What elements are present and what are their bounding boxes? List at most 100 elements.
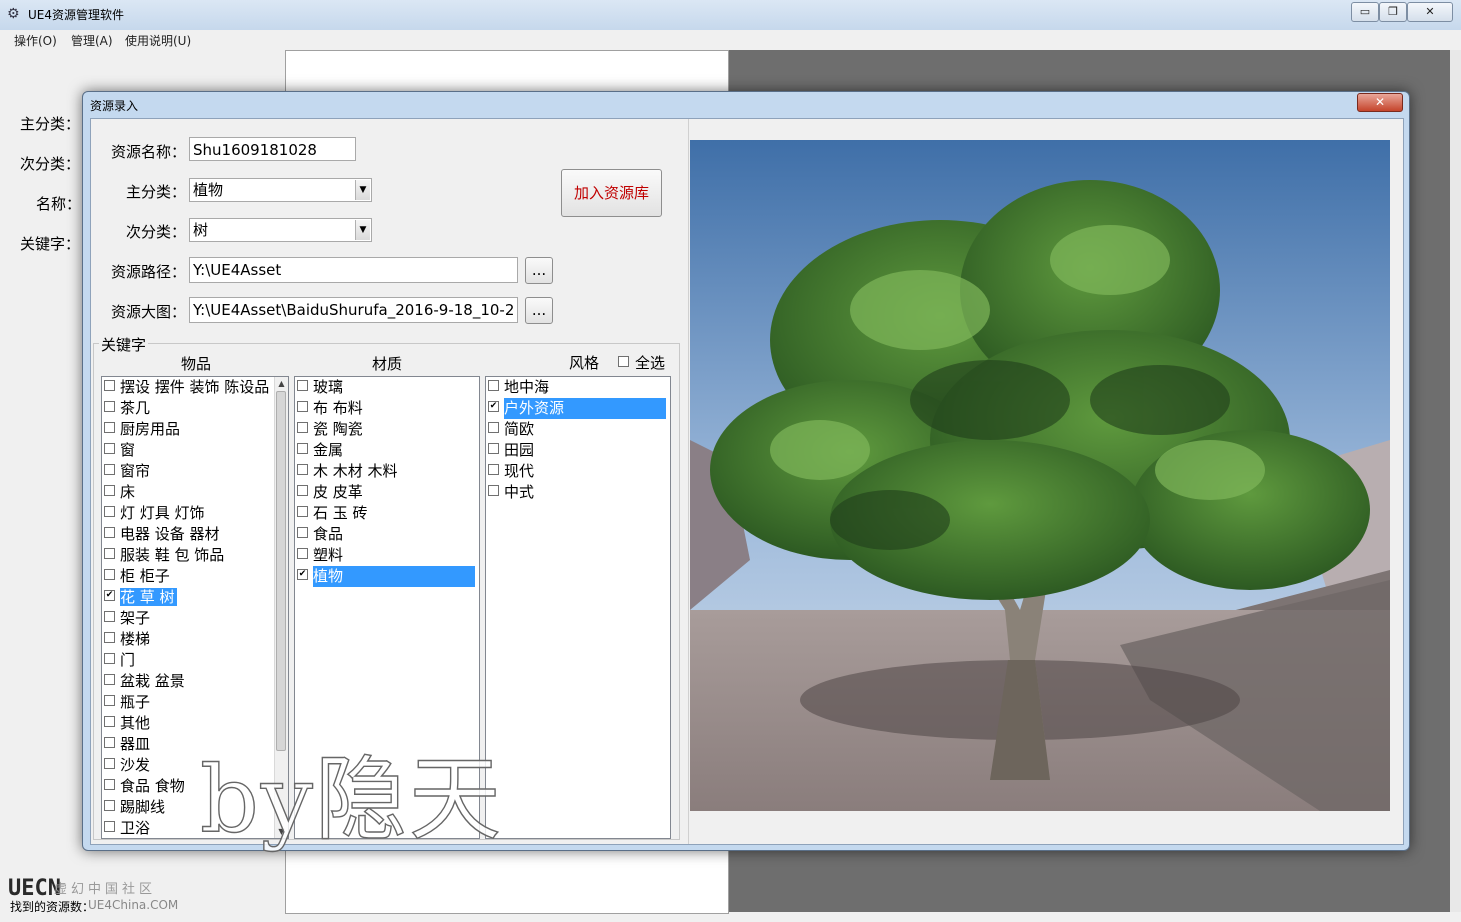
- list-item[interactable]: 田园: [486, 440, 670, 461]
- list-item[interactable]: 木 木材 木料: [295, 461, 479, 482]
- checkbox-icon[interactable]: [297, 443, 308, 454]
- chevron-down-icon[interactable]: ▼: [355, 220, 370, 240]
- list-item[interactable]: 布 布料: [295, 398, 479, 419]
- list-item-label: 植物: [313, 566, 475, 587]
- menu-help[interactable]: 使用说明(U): [125, 32, 191, 49]
- checkbox-icon[interactable]: [104, 800, 115, 811]
- list-item[interactable]: 瓷 陶瓷: [295, 419, 479, 440]
- browse-image-button[interactable]: ...: [525, 297, 553, 324]
- list-item[interactable]: 简欧: [486, 419, 670, 440]
- list-item[interactable]: 瓶子: [102, 692, 272, 713]
- checkbox-icon[interactable]: [104, 443, 115, 454]
- path-field[interactable]: Y:\UE4Asset: [189, 257, 518, 283]
- checked-checkbox-icon[interactable]: ✔: [488, 401, 499, 412]
- name-field[interactable]: Shu1609181028: [189, 137, 356, 161]
- checkbox-icon[interactable]: [104, 401, 115, 412]
- checked-checkbox-icon[interactable]: ✔: [297, 569, 308, 580]
- list-item[interactable]: 茶几: [102, 398, 272, 419]
- list-item[interactable]: 窗: [102, 440, 272, 461]
- list-item[interactable]: 盆栽 盆景: [102, 671, 272, 692]
- checkbox-icon[interactable]: [104, 674, 115, 685]
- checkbox-icon[interactable]: [104, 380, 115, 391]
- checkbox-icon[interactable]: [297, 380, 308, 391]
- side-name-label: 名称：: [36, 195, 82, 213]
- list-item[interactable]: 窗帘: [102, 461, 272, 482]
- checkbox-icon[interactable]: [488, 464, 499, 475]
- chevron-down-icon[interactable]: ▼: [355, 180, 370, 200]
- main-scrollbar[interactable]: [1450, 50, 1461, 912]
- main-titlebar[interactable]: ⚙ UE4资源管理软件 ▭ ❐ ✕: [0, 0, 1461, 31]
- close-button[interactable]: ✕: [1407, 2, 1453, 22]
- list-item[interactable]: 电器 设备 器材: [102, 524, 272, 545]
- checkbox-icon[interactable]: [297, 506, 308, 517]
- scroll-up-icon[interactable]: ▲: [275, 377, 288, 390]
- main-category-select[interactable]: 植物 ▼: [189, 178, 372, 202]
- checkbox-icon[interactable]: [104, 779, 115, 790]
- list-item[interactable]: 食品: [295, 524, 479, 545]
- list-item[interactable]: ✔ 植物: [295, 566, 479, 587]
- browse-path-button[interactable]: ...: [525, 257, 553, 284]
- checkbox-icon[interactable]: [488, 422, 499, 433]
- checkbox-icon[interactable]: [104, 737, 115, 748]
- checkbox-icon[interactable]: [488, 443, 499, 454]
- list-item[interactable]: 金属: [295, 440, 479, 461]
- checkbox-icon[interactable]: [488, 485, 499, 496]
- list-item[interactable]: ✔ 花 草 树: [102, 587, 272, 608]
- list-item[interactable]: 塑料: [295, 545, 479, 566]
- list-item[interactable]: ✔ 户外资源: [486, 398, 670, 419]
- checkbox-icon[interactable]: [104, 506, 115, 517]
- checkbox-icon[interactable]: [104, 653, 115, 664]
- checkbox-icon[interactable]: [297, 401, 308, 412]
- path-label: 资源路径：: [110, 263, 186, 281]
- checkbox-icon[interactable]: [104, 695, 115, 706]
- list-item[interactable]: 玻璃: [295, 377, 479, 398]
- list-item-label: 花 草 树: [120, 588, 177, 606]
- list-item[interactable]: 皮 皮革: [295, 482, 479, 503]
- checkbox-icon[interactable]: [297, 548, 308, 559]
- list-item[interactable]: 门: [102, 650, 272, 671]
- checkbox-icon[interactable]: [297, 464, 308, 475]
- list-item-label: 架子: [120, 609, 151, 627]
- checkbox-icon[interactable]: [297, 527, 308, 538]
- list-item[interactable]: 楼梯: [102, 629, 272, 650]
- minimize-button[interactable]: ▭: [1351, 2, 1379, 22]
- list-item[interactable]: 柜 柜子: [102, 566, 272, 587]
- select-all-checkbox[interactable]: 全选: [618, 352, 665, 373]
- checkbox-icon[interactable]: [104, 422, 115, 433]
- list-item[interactable]: 架子: [102, 608, 272, 629]
- styles-listbox[interactable]: 地中海 ✔ 户外资源 简欧 田园 现代 中式: [485, 376, 671, 839]
- checkbox-icon[interactable]: [297, 485, 308, 496]
- checkbox-icon[interactable]: [104, 611, 115, 622]
- checkbox-icon[interactable]: [104, 485, 115, 496]
- checkbox-icon[interactable]: [618, 356, 629, 367]
- list-item[interactable]: 厨房用品: [102, 419, 272, 440]
- checkbox-icon[interactable]: [104, 548, 115, 559]
- checkbox-icon[interactable]: [104, 569, 115, 580]
- list-item[interactable]: 中式: [486, 482, 670, 503]
- checkbox-icon[interactable]: [104, 716, 115, 727]
- menu-operate[interactable]: 操作(O): [14, 32, 57, 49]
- sub-category-select[interactable]: 树 ▼: [189, 218, 372, 242]
- checked-checkbox-icon[interactable]: ✔: [104, 590, 115, 601]
- list-item-label: 摆设 摆件 装饰 陈设品: [120, 378, 270, 396]
- menu-manage[interactable]: 管理(A): [71, 32, 113, 49]
- list-item[interactable]: 石 玉 砖: [295, 503, 479, 524]
- add-to-library-button[interactable]: 加入资源库: [561, 169, 662, 217]
- checkbox-icon[interactable]: [104, 821, 115, 832]
- dialog-close-button[interactable]: ✕: [1357, 93, 1403, 112]
- image-path-field[interactable]: Y:\UE4Asset\BaiduShurufa_2016-9-18_10-2: [189, 297, 518, 323]
- list-item[interactable]: 床: [102, 482, 272, 503]
- list-item[interactable]: 摆设 摆件 装饰 陈设品: [102, 377, 272, 398]
- checkbox-icon[interactable]: [104, 527, 115, 538]
- checkbox-icon[interactable]: [297, 422, 308, 433]
- list-item[interactable]: 灯 灯具 灯饰: [102, 503, 272, 524]
- checkbox-icon[interactable]: [104, 632, 115, 643]
- list-item[interactable]: 服装 鞋 包 饰品: [102, 545, 272, 566]
- checkbox-icon[interactable]: [104, 464, 115, 475]
- list-item[interactable]: 现代: [486, 461, 670, 482]
- checkbox-icon[interactable]: [488, 380, 499, 391]
- checkbox-icon[interactable]: [104, 758, 115, 769]
- maximize-button[interactable]: ❐: [1379, 2, 1407, 22]
- list-item[interactable]: 地中海: [486, 377, 670, 398]
- scroll-thumb[interactable]: [276, 391, 286, 751]
